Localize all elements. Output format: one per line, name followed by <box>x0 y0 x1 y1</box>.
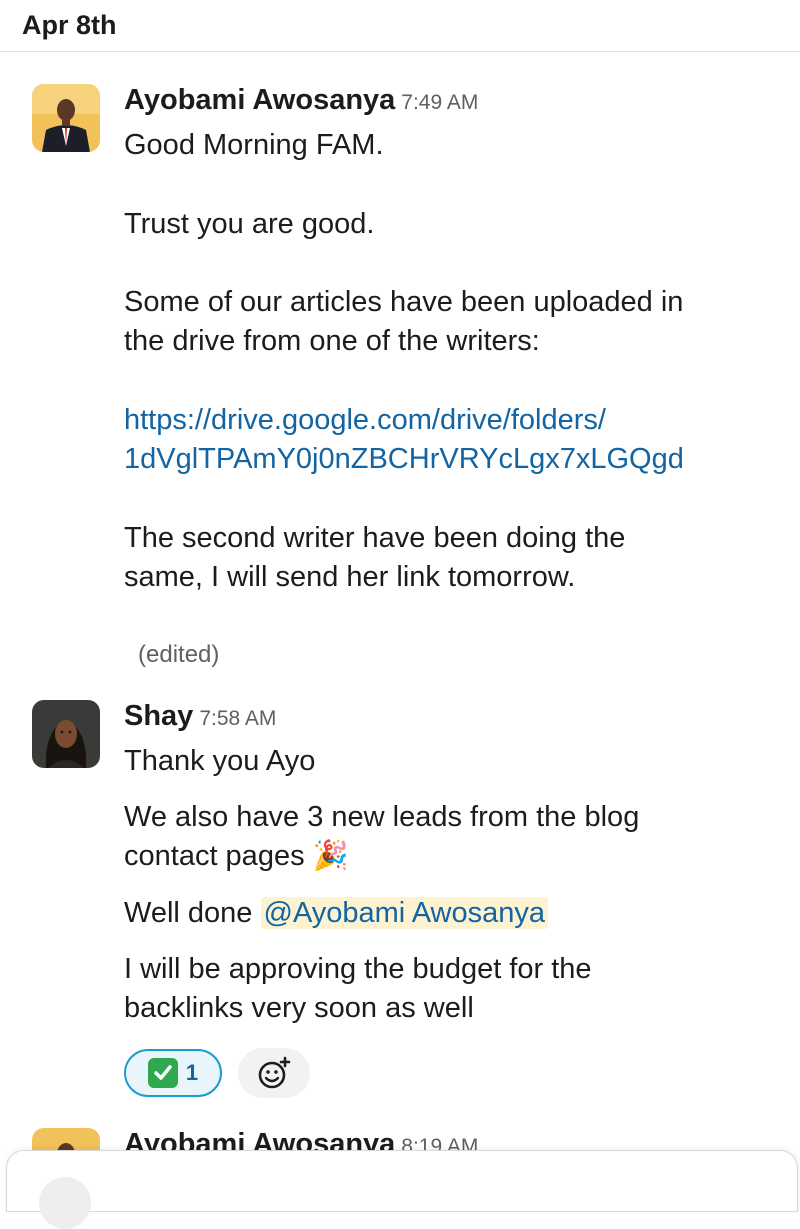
add-reaction-button[interactable] <box>238 1048 310 1098</box>
add-emoji-icon <box>258 1056 291 1089</box>
message-header: Ayobami Awosanya 7:49 AM <box>124 84 478 117</box>
drive-link-line-1[interactable]: https://drive.google.com/drive/folders/ <box>124 401 606 440</box>
message-line-with-mention: Well done @Ayobami Awosanya <box>124 894 548 933</box>
message-line: Some of our articles have been uploaded … <box>124 286 684 318</box>
user-mention[interactable]: @Ayobami Awosanya <box>260 897 548 929</box>
timestamp[interactable]: 7:58 AM <box>199 707 276 730</box>
message-line: same, I will send her link tomorrow. <box>124 561 576 593</box>
reaction-check[interactable]: 1 <box>124 1049 222 1097</box>
message-line: the drive from one of the writers: <box>124 325 540 357</box>
white-check-mark-icon <box>147 1058 178 1088</box>
date-divider: Apr 8th <box>0 0 800 52</box>
message-line: I will be approving the budget for the <box>124 953 592 985</box>
timestamp[interactable]: 7:49 AM <box>401 91 478 114</box>
message-line: Trust you are good. <box>124 208 375 240</box>
avatar-ayobami[interactable] <box>32 84 100 152</box>
tada-emoji-icon: 🎉 <box>312 840 349 872</box>
message-line: We also have 3 new leads from the blog <box>124 801 640 833</box>
avatar-shay[interactable] <box>32 700 100 768</box>
message-line: Thank you Ayo <box>124 745 316 777</box>
composer-add-button[interactable] <box>39 1177 91 1229</box>
message-text: contact pages <box>124 840 305 872</box>
message-line-with-emoji: contact pages 🎉 <box>124 837 349 876</box>
author-name[interactable]: Ayobami Awosanya <box>124 84 395 116</box>
message-text: Well done <box>124 897 261 929</box>
message-composer[interactable] <box>6 1150 798 1229</box>
message-line: The second writer have been doing the <box>124 522 626 554</box>
edited-label: (edited) <box>138 641 220 668</box>
author-name[interactable]: Shay <box>124 700 193 732</box>
reaction-count: 1 <box>185 1060 199 1085</box>
date-label: Apr 8th <box>22 10 117 40</box>
message-header: Shay 7:58 AM <box>124 700 276 733</box>
message-line: backlinks very soon as well <box>124 992 474 1024</box>
drive-link-line-2[interactable]: 1dVglTPAmY0j0nZBCHrVRYcLgx7xLGQgd <box>124 440 684 479</box>
message-line: Good Morning FAM. <box>124 129 384 161</box>
